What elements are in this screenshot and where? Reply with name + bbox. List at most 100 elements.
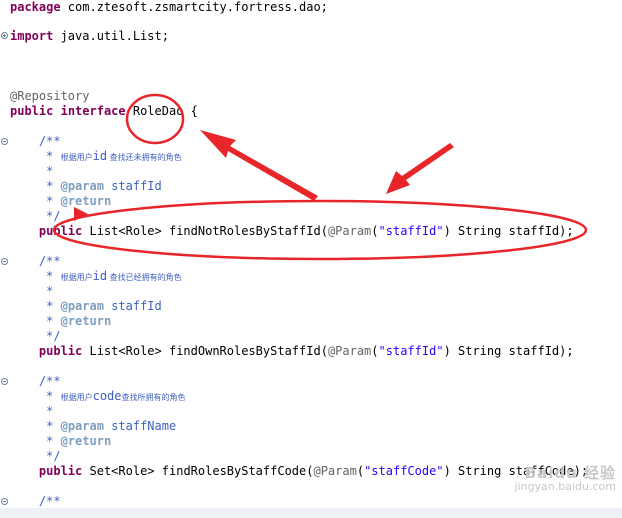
method-signature-1: public List<Role> findNotRolesByStaffId(…	[10, 224, 574, 239]
watermark: Baidu 经验 jingyan.baidu.com	[514, 466, 616, 494]
javadoc-close-token: */	[46, 449, 61, 463]
javadoc-description: * 根据用户id 查找还未拥有的角色	[10, 149, 182, 164]
fold-collapse-icon[interactable]	[1, 378, 8, 385]
javadoc-return-tag: @return	[60, 434, 112, 448]
javadoc-param-tag: @param	[60, 299, 104, 313]
javadoc-close-token: */	[46, 209, 61, 223]
javadoc-open: /**	[10, 254, 61, 269]
code-line-interface: public interface RoleDao {	[10, 104, 198, 119]
javadoc-param-tag: @param	[60, 179, 104, 193]
javadoc-star: *	[46, 389, 54, 403]
import-name: java.util.List;	[53, 29, 169, 43]
return-type: List<Role>	[89, 344, 162, 358]
paren: (	[371, 224, 379, 238]
javadoc-desc-suffix: 查找已经拥有的角色	[107, 273, 182, 282]
paren: (	[371, 344, 379, 358]
interface-keyword: interface	[60, 104, 126, 118]
javadoc-close-token: */	[46, 329, 61, 343]
javadoc-param-name: staffId	[111, 299, 162, 313]
javadoc-param: * @param staffName	[10, 419, 176, 434]
javadoc-star: *	[46, 179, 54, 193]
javadoc-open: /**	[10, 374, 61, 389]
javadoc-open: /**	[10, 134, 61, 149]
javadoc-star: *	[46, 164, 54, 178]
param-rest: ) String staffId);	[443, 344, 574, 358]
watermark-brand: Baidu 经验	[524, 464, 616, 482]
javadoc-desc-prefix: 根据用户	[60, 393, 93, 402]
editor-horizontal-scrollbar[interactable]	[0, 508, 622, 518]
javadoc-star: *	[46, 269, 54, 283]
javadoc-param: * @param staffId	[10, 179, 162, 194]
javadoc-param-name: staffName	[111, 419, 177, 433]
javadoc-param-tag: @param	[60, 419, 104, 433]
open-brace: {	[183, 104, 198, 118]
javadoc-blank: *	[10, 164, 53, 179]
public-keyword: public	[38, 464, 83, 478]
paren: (	[356, 464, 365, 478]
param-rest: ) String staffId);	[443, 224, 574, 238]
javadoc-open-token: /**	[38, 494, 61, 508]
javadoc-close: */	[10, 209, 61, 224]
javadoc-star: *	[46, 434, 54, 448]
javadoc-star: *	[46, 194, 54, 208]
javadoc-blank: *	[10, 284, 53, 299]
javadoc-return-tag: @return	[60, 194, 112, 208]
javadoc-desc-suffix: 查找还未拥有的角色	[107, 153, 182, 162]
javadoc-return: * @return	[10, 314, 111, 329]
javadoc-open: /**	[10, 494, 61, 509]
repository-annotation: @Repository	[10, 89, 90, 103]
javadoc-desc-prefix: 根据用户	[60, 153, 93, 162]
javadoc-star: *	[46, 299, 54, 313]
javadoc-description: * 根据用户code查找所拥有的角色	[10, 389, 186, 404]
javadoc-param: * @param staffId	[10, 299, 162, 314]
javadoc-close: */	[10, 329, 61, 344]
javadoc-star: *	[46, 284, 54, 298]
package-name: com.ztesoft.zsmartcity.fortress.dao;	[60, 0, 328, 14]
public-keyword: public	[10, 104, 54, 118]
javadoc-star: *	[46, 149, 54, 163]
method-name: findNotRolesByStaffId(	[168, 224, 328, 238]
javadoc-desc-prefix: 根据用户	[60, 273, 93, 282]
param-annotation: @Param	[327, 344, 372, 358]
javadoc-open-token: /**	[38, 254, 61, 268]
javadoc-return: * @return	[10, 434, 111, 449]
javadoc-open-token: /**	[38, 374, 61, 388]
javadoc-open-token: /**	[38, 134, 61, 148]
fold-collapse-icon[interactable]	[1, 258, 8, 265]
return-type: Set<Role>	[89, 464, 155, 478]
fold-expand-icon[interactable]	[1, 32, 8, 39]
code-line-import: import java.util.List;	[10, 29, 169, 44]
javadoc-description: * 根据用户id 查找已经拥有的角色	[10, 269, 182, 284]
public-keyword: public	[38, 344, 83, 358]
fold-collapse-icon[interactable]	[1, 138, 8, 145]
class-name: RoleDao	[132, 104, 184, 118]
param-annotation: @Param	[313, 464, 357, 478]
javadoc-return: * @return	[10, 194, 111, 209]
return-type: List<Role>	[89, 224, 162, 238]
param-string: "staffId"	[378, 344, 444, 358]
code-line-package: package com.ztesoft.zsmartcity.fortress.…	[10, 0, 328, 15]
param-annotation: @Param	[327, 224, 372, 238]
fold-collapse-icon[interactable]	[1, 498, 8, 505]
javadoc-blank: *	[10, 404, 53, 419]
param-string: "staffId"	[378, 224, 444, 238]
method-signature-3: public Set<Role> findRolesByStaffCode(@P…	[10, 464, 588, 479]
public-keyword: public	[38, 224, 83, 238]
param-string: "staffCode"	[364, 464, 444, 478]
javadoc-param-name: staffId	[111, 179, 162, 193]
method-name: findOwnRolesByStaffId(	[168, 344, 328, 358]
javadoc-desc-code: code	[92, 389, 122, 403]
method-name: findRolesByStaffCode(	[161, 464, 314, 478]
javadoc-star: *	[46, 419, 54, 433]
javadoc-star: *	[46, 314, 54, 328]
code-editor[interactable]: package com.ztesoft.zsmartcity.fortress.…	[0, 0, 622, 518]
javadoc-close: */	[10, 449, 61, 464]
watermark-url: jingyan.baidu.com	[514, 480, 616, 493]
javadoc-desc-code: id	[92, 269, 108, 283]
javadoc-desc-suffix: 查找所拥有的角色	[121, 393, 186, 402]
method-signature-2: public List<Role> findOwnRolesByStaffId(…	[10, 344, 574, 359]
javadoc-desc-code: id	[92, 149, 108, 163]
javadoc-star: *	[46, 404, 54, 418]
import-keyword: import	[10, 29, 54, 43]
package-keyword: package	[10, 0, 61, 14]
